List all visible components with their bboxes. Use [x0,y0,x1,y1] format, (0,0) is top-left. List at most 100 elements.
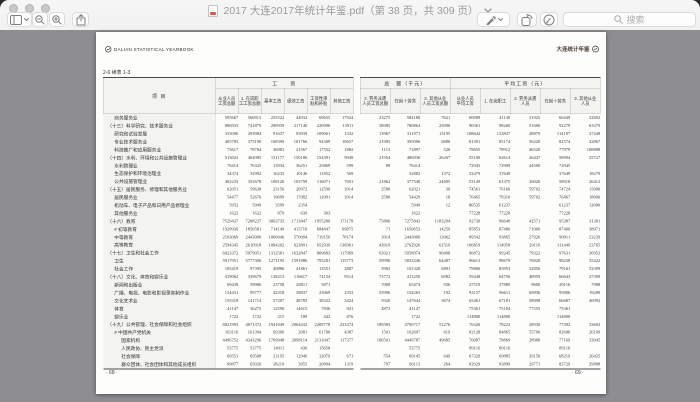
table-cell: 69145 [390,352,420,360]
table-cell: 3. 其他从业 人员 [570,88,600,114]
table-cell: 402233 [215,178,238,186]
table-cell: 23069 [307,289,330,297]
table-cell: 9514 [330,273,353,281]
table-cell: 413718 [284,225,307,233]
zoom-out-button[interactable] [32,12,48,27]
table-row: （十六）教育7529437720823730637351713847195528… [103,217,353,225]
table-cell: 96611 [480,289,510,297]
table-cell: 293984 [238,130,261,138]
table-cell: 1. 在岗职 工工资总额 [238,88,261,114]
table-cell: 6023372 [215,249,238,257]
table-cell: 93939 [284,130,307,138]
table-cell: 96872 [450,249,480,257]
table-cell: 876 [330,313,353,321]
document-canvas[interactable]: DALIAN STATISTICAL YEARBOOK 大连统计年鉴 2-6 续… [0,30,700,402]
table-cell: 77228 [450,209,480,217]
table-cell: 6821993 [215,321,238,329]
table-cell: 2792926 [390,241,420,249]
table-cell: 69551 [215,352,238,360]
table-cell: 32079 [307,352,330,360]
table-cell: 3. 其他从业 人员工资总额 [420,88,450,114]
table-cell: 75361 [540,305,570,313]
table-cell: 2209778 [307,321,330,329]
table-cell: 77555 [510,305,540,313]
table-cell: 619 [420,329,450,337]
table-row: 32882137232479376493764918279 [360,170,600,178]
table-cell [360,201,390,209]
table-cell: 30 [420,186,450,194]
table-cell: 53775 [390,344,420,352]
table-row: 48724114775361751847755575361 [360,305,600,313]
table-cell: 38985 [360,122,390,130]
table-cell: 5926 [360,297,390,305]
table-cell: 1271195 [261,257,284,265]
table-cell: 61237 [540,201,570,209]
table-cell: 82929 [450,360,480,368]
table-cell: 14259 [420,225,450,233]
table-cell: 90911 [540,233,570,241]
table-cell: 研究和试验发展 [103,130,215,138]
table-cell: 192 [420,289,450,297]
table-cell: 649 [420,352,450,360]
table-cell: 101320 [390,265,420,273]
table-cell: 3599 [261,201,284,209]
markup-button[interactable] [477,12,510,27]
table-cell: 671 [330,352,353,360]
rotate-button[interactable] [517,12,537,27]
table-cell: 93899 [480,360,510,368]
view-menu-button[interactable] [7,12,32,27]
table-cell: 11852 [307,170,330,178]
table-cell: 48959 [510,273,540,281]
table-cell: 58918 [540,178,570,186]
table-cell: 62614 [480,154,510,162]
table-cell: 43919 [360,241,390,249]
table-cell: 75184 [480,305,510,313]
table-cell: 20972 [284,186,307,194]
table-cell: 12 [420,201,450,209]
table-cell: 76326 [450,321,480,329]
table-cell: 5952 [215,201,238,209]
table-cell: 4790717 [390,321,420,329]
table-cell: 72909 [480,162,510,170]
table-row: 2195448693626267551006261426447589942572… [360,154,600,162]
table-cell: 114800 [450,313,480,321]
table-cell: 社会工作 [103,265,215,273]
table-cell: 63379 [570,122,600,130]
table-cell: 1084202 [261,241,284,249]
table-cell: 189 [284,313,307,321]
table-cell: 1312581 [261,249,284,257]
share-button[interactable] [72,12,89,27]
table-cell: 12946 [284,352,307,360]
zoom-in-button[interactable] [49,12,65,27]
table-cell: 72945 [540,162,570,170]
table-cell: 99877 [215,360,238,368]
table-cell: 25869 [307,162,330,170]
annotate-button[interactable] [540,12,558,27]
table-cell: 395096 [390,138,420,146]
table-cell: 639 [284,209,307,217]
table-cell: 97395 [238,265,261,273]
table-cell: 74561 [450,186,480,194]
table-cell: 文化艺术业 [103,297,215,305]
table-cell: 体育 [103,305,215,313]
table-cell: # 中国共产党机关 [103,329,215,337]
table-cell: 74724 [540,186,570,194]
table-row: （十七）卫生和社会工作60233725979951131258116328478… [103,249,353,257]
table-cell: 34374 [215,170,238,178]
table-cell: 12590 [307,186,330,194]
table-cell: 31925 [510,114,540,122]
table-cell: 4671372 [238,321,261,329]
table-row: 生态保护和环境治理业3437432992162331014611852569 [103,170,353,178]
table-cell: 33692 [570,321,600,329]
table-row: 研究和试验发展33309629398491637939391090611332 [103,130,353,138]
table-cell: 53775 [238,344,261,352]
search-input[interactable]: 搜索 [563,12,696,27]
table-cell: 78174 [330,233,353,241]
table-cell: 78869 [480,336,510,344]
table-cell: 103799 [284,178,307,186]
table-cell: 商务服务业 [103,114,215,122]
table-cell: 5777306 [238,257,261,265]
table-cell: 1183294 [420,217,450,225]
table-cell: 76465 [450,193,480,201]
table-row: 高等教育259434526109181084202623891652939136… [103,241,353,249]
